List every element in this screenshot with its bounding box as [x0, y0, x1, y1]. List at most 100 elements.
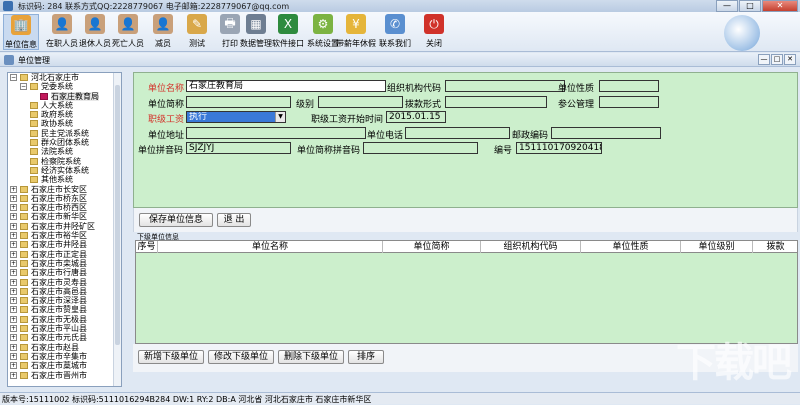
- number-field[interactable]: 151110170920418: [516, 142, 602, 154]
- tree-item[interactable]: + 石家庄市井陉县: [8, 240, 121, 249]
- postcode-label: 邮政编码: [512, 131, 549, 141]
- tree-item[interactable]: + 石家庄市行唐县: [8, 268, 121, 277]
- tree-item[interactable]: 检察院系统: [8, 157, 121, 166]
- toolbar-button-0[interactable]: 🏢 单位信息: [3, 14, 39, 50]
- delete-sub-unit-button[interactable]: 删除下级单位: [278, 350, 344, 364]
- tree-item[interactable]: + 石家庄市无极县: [8, 315, 121, 324]
- tree-item[interactable]: + 石家庄市高邑县: [8, 287, 121, 296]
- excel-icon: X: [278, 14, 298, 34]
- civil-field[interactable]: [599, 96, 659, 108]
- minimize-button[interactable]: —: [716, 0, 738, 12]
- collapse-icon[interactable]: −: [20, 83, 27, 91]
- unit-nature-field[interactable]: [599, 80, 659, 92]
- expand-icon[interactable]: +: [10, 371, 17, 379]
- expand-icon[interactable]: +: [10, 250, 17, 258]
- short-pinyin-field[interactable]: [363, 142, 478, 154]
- tree-item[interactable]: + 石家庄市新华区: [8, 212, 121, 221]
- tree-item[interactable]: + 石家庄市裕华区: [8, 231, 121, 240]
- grid-column-header[interactable]: 单位名称: [158, 241, 383, 253]
- tree-item[interactable]: 法院系统: [8, 147, 121, 156]
- tree-item[interactable]: 石家庄教育局: [8, 91, 121, 101]
- tree-item[interactable]: + 石家庄市桥东区: [8, 194, 121, 203]
- expand-icon[interactable]: +: [10, 334, 17, 342]
- maximize-button[interactable]: □: [739, 0, 761, 12]
- expand-icon[interactable]: +: [10, 315, 17, 323]
- grid-column-header[interactable]: 拨款: [753, 241, 797, 253]
- tree-item[interactable]: 其他系统: [8, 175, 121, 184]
- level-field[interactable]: [318, 96, 403, 108]
- tree-item-label: 石家庄市行唐县: [31, 268, 87, 278]
- civil-label: 参公管理: [558, 100, 595, 110]
- expand-icon[interactable]: +: [10, 232, 17, 240]
- close-window-button[interactable]: ✕: [762, 0, 798, 12]
- edit-sub-unit-button[interactable]: 修改下级单位: [208, 350, 274, 364]
- expand-icon[interactable]: +: [10, 352, 17, 360]
- phone-field[interactable]: [405, 127, 510, 139]
- tree-item[interactable]: + 石家庄市栾城县: [8, 259, 121, 268]
- expand-icon[interactable]: +: [10, 278, 17, 286]
- expand-icon[interactable]: +: [10, 204, 17, 212]
- toolbar-button-12[interactable]: ⏻ 关闭: [416, 14, 452, 50]
- tree-item-label: 石家庄市栾城县: [31, 258, 87, 268]
- tree-item[interactable]: + 石家庄市长安区: [8, 185, 121, 194]
- save-unit-button[interactable]: 保存单位信息: [139, 213, 213, 227]
- tree-item[interactable]: + 石家庄市正定县: [8, 250, 121, 259]
- tree-item[interactable]: + 石家庄市平山县: [8, 324, 121, 333]
- expand-icon[interactable]: +: [10, 222, 17, 230]
- sort-button[interactable]: 排序: [348, 350, 384, 364]
- sub-restore-button[interactable]: □: [771, 54, 783, 65]
- grid-column-header[interactable]: 序号: [136, 241, 158, 253]
- sub-close-button[interactable]: ✕: [784, 54, 796, 65]
- collapse-icon[interactable]: −: [10, 74, 17, 81]
- sub-unit-grid[interactable]: 序号 单位名称 单位简称 组织机构代码 单位性质 单位级别 拨款: [135, 240, 798, 344]
- funding-field[interactable]: [445, 96, 547, 108]
- tree-item[interactable]: + 石家庄市灵寿县: [8, 278, 121, 287]
- expand-icon[interactable]: +: [10, 325, 17, 333]
- short-name-field[interactable]: [186, 96, 291, 108]
- expand-icon[interactable]: +: [10, 194, 17, 202]
- tree-item[interactable]: − 河北石家庄市: [8, 73, 121, 82]
- tree-item[interactable]: 民主党派系统: [8, 129, 121, 138]
- tree-item[interactable]: + 石家庄市元氏县: [8, 333, 121, 342]
- expand-icon[interactable]: +: [10, 259, 17, 267]
- expand-icon[interactable]: +: [10, 185, 17, 193]
- expand-icon[interactable]: +: [10, 343, 17, 351]
- salary-select[interactable]: 执行 ▼: [186, 111, 286, 123]
- grid-column-header[interactable]: 单位简称: [383, 241, 481, 253]
- tree-item[interactable]: + 石家庄市赵县: [8, 343, 121, 352]
- tree-item[interactable]: 人大系统: [8, 101, 121, 110]
- expand-icon[interactable]: +: [10, 269, 17, 277]
- pinyin-field[interactable]: SJZJYJ: [186, 142, 291, 154]
- postcode-field[interactable]: [551, 127, 661, 139]
- expand-icon[interactable]: +: [10, 362, 17, 370]
- tree-scrollbar[interactable]: [113, 73, 121, 386]
- expand-icon[interactable]: +: [10, 213, 17, 221]
- unit-tree[interactable]: − 河北石家庄市 − 党委系统 石家庄教育局 人大系统 政府系统 政协系统 民主党派系统 群众团体…: [7, 72, 122, 387]
- tree-item[interactable]: + 石家庄市赞皇县: [8, 305, 121, 314]
- sub-minimize-button[interactable]: —: [758, 54, 770, 65]
- expand-icon[interactable]: +: [10, 241, 17, 249]
- org-code-field[interactable]: [445, 80, 565, 92]
- add-sub-unit-button[interactable]: 新增下级单位: [138, 350, 204, 364]
- grid-column-header[interactable]: 单位级别: [681, 241, 753, 253]
- contact-icon: ✆: [385, 14, 405, 34]
- grid-column-header[interactable]: 组织机构代码: [481, 241, 581, 253]
- tree-item[interactable]: + 石家庄市藁城市: [8, 361, 121, 370]
- address-field[interactable]: [186, 127, 366, 139]
- tree-item[interactable]: 政协系统: [8, 119, 121, 128]
- folder-icon: [20, 306, 28, 314]
- salary-start-field[interactable]: 2015.01.15: [386, 111, 446, 123]
- tree-item[interactable]: + 石家庄市井陉矿区: [8, 222, 121, 231]
- expand-icon[interactable]: +: [10, 297, 17, 305]
- grid-column-header[interactable]: 单位性质: [581, 241, 681, 253]
- tree-item[interactable]: 群众团体系统: [8, 138, 121, 147]
- tree-item[interactable]: − 党委系统: [8, 82, 121, 91]
- tree-item[interactable]: + 石家庄市晋州市: [8, 371, 121, 380]
- unit-name-field[interactable]: 石家庄教育局: [186, 80, 386, 92]
- expand-icon[interactable]: +: [10, 287, 17, 295]
- tree-item[interactable]: + 石家庄市辛集市: [8, 352, 121, 361]
- tree-item[interactable]: 经济实体系统: [8, 166, 121, 175]
- chevron-down-icon[interactable]: ▼: [275, 112, 285, 122]
- expand-icon[interactable]: +: [10, 306, 17, 314]
- exit-button[interactable]: 退 出: [217, 213, 251, 227]
